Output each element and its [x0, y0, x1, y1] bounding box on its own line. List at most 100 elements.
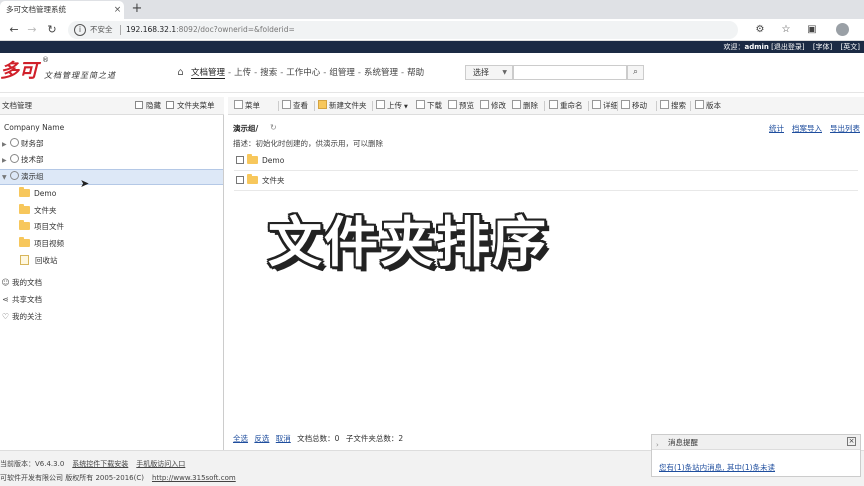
info-icon[interactable]: i	[74, 24, 86, 36]
detail-icon	[592, 100, 601, 109]
toolbar-detail-label: 详细	[603, 101, 618, 110]
nav-help[interactable]: 帮助	[407, 66, 424, 78]
browser-tab-bar: 多可文档管理系统 × +	[0, 0, 864, 19]
browser-tab[interactable]: 多可文档管理系统 ×	[0, 1, 124, 19]
file-name[interactable]: 文件夹	[262, 176, 285, 185]
tab-title: 多可文档管理系统	[6, 5, 66, 14]
toolbar-version-button[interactable]: 版本	[695, 97, 721, 115]
list-item[interactable]: Demo	[234, 151, 858, 171]
tree-group-demo[interactable]: ▼ 演示组	[0, 169, 223, 185]
toolbar-move-button[interactable]: 移动	[621, 97, 647, 115]
forward-icon[interactable]: →	[24, 22, 40, 38]
toolbar-upload-button[interactable]: 上传 ▼	[376, 97, 408, 116]
tree-group-label: 技术部	[21, 155, 44, 164]
address-bar[interactable]: i 不安全 192.168.32.1:8092/doc?ownerid=&fol…	[68, 21, 738, 39]
subfolder-total: 子文件夹总数：2	[345, 434, 404, 443]
menu-icon	[234, 100, 243, 109]
row-checkbox[interactable]	[236, 156, 244, 164]
toolbar-edit-button[interactable]: 修改	[480, 97, 506, 115]
tab-close-icon[interactable]: ×	[112, 4, 123, 16]
tree-group-tech[interactable]: ▶ 技术部	[0, 152, 223, 168]
message-notification: › 消息提醒 × 您有(1)条站内消息, 其中(1)条未读	[651, 434, 861, 477]
toolbar-view-button[interactable]: 查看	[282, 97, 308, 115]
tree-folder-label: Demo	[34, 189, 57, 198]
expand-arrow-icon[interactable]: ▶	[2, 153, 8, 169]
toolbar-new-folder-button[interactable]: 新建文件夹	[318, 97, 367, 115]
list-footer: 全选 反选 取消 文档总数：0 子文件夹总数：2	[233, 433, 403, 444]
tree-group-label: 财务部	[21, 139, 44, 148]
nav-doc-manage[interactable]: 文档管理	[191, 66, 226, 79]
toolbar-detail-button[interactable]: 详细	[592, 97, 618, 115]
url-text[interactable]: 192.168.32.1:8092/doc?ownerid=&folderid=	[126, 21, 295, 39]
toolbar-download-button[interactable]: 下载	[416, 97, 442, 115]
hide-button[interactable]: 隐藏	[135, 97, 161, 115]
username: admin	[744, 43, 769, 51]
toolbar-view-label: 查看	[293, 101, 308, 110]
select-all-link[interactable]: 全选	[233, 434, 248, 443]
security-label[interactable]: 不安全	[90, 21, 113, 39]
home-icon[interactable]: ⌂	[175, 67, 186, 78]
nav-upload[interactable]: 上传	[234, 66, 251, 78]
version-icon	[695, 100, 704, 109]
list-item[interactable]: 文件夹	[234, 171, 858, 191]
expand-arrow-icon[interactable]: ▶	[2, 137, 8, 153]
folder-menu-button[interactable]: 文件夹菜单	[166, 97, 215, 115]
tree-recycle-bin[interactable]: 回收站	[0, 253, 223, 269]
nav-group-manage[interactable]: 组管理	[329, 66, 355, 78]
tree-my-follow[interactable]: ♡ 我的关注	[0, 309, 223, 325]
toolbar-delete-button[interactable]: 删除	[512, 97, 538, 115]
tree-shared-docs[interactable]: ⋖ 共享文档	[0, 292, 223, 308]
row-checkbox[interactable]	[236, 176, 244, 184]
export-list-link[interactable]: 导出列表	[830, 124, 860, 133]
file-name[interactable]: Demo	[262, 156, 284, 165]
hide-label: 隐藏	[146, 101, 161, 110]
mobile-entry-link[interactable]: 手机版访问入口	[136, 460, 185, 468]
archive-import-link[interactable]: 档案导入	[792, 124, 822, 133]
recycle-bin-icon	[20, 255, 29, 265]
tree-folder-label: 项目视频	[34, 239, 64, 248]
invert-select-link[interactable]: 反选	[254, 434, 269, 443]
tree-folder-demo[interactable]: Demo	[0, 186, 223, 202]
new-tab-icon[interactable]: +	[130, 1, 144, 17]
toolbar-search-button[interactable]: 搜索	[660, 97, 686, 115]
toolbar-preview-button[interactable]: 预览	[448, 97, 474, 115]
nav-search[interactable]: 搜索	[260, 66, 277, 78]
profile-avatar-icon[interactable]	[836, 23, 849, 36]
search-type-label: 选择	[473, 68, 489, 77]
cancel-select-link[interactable]: 取消	[276, 434, 291, 443]
favorites-icon[interactable]: ☆	[778, 22, 794, 38]
notification-message-link[interactable]: 您有(1)条站内消息, 其中(1)条未读	[659, 462, 775, 473]
tree-company[interactable]: Company Name	[0, 120, 223, 136]
collapse-arrow-icon[interactable]: ▼	[2, 171, 8, 185]
settings-icon[interactable]: ⚙	[752, 22, 768, 38]
reload-icon[interactable]: ↻	[44, 22, 60, 38]
back-icon[interactable]: ←	[6, 22, 22, 38]
stats-link[interactable]: 统计	[769, 124, 784, 133]
refresh-icon[interactable]: ↻	[270, 123, 277, 132]
logout-link[interactable]: [退出登录]	[771, 43, 804, 51]
search-type-select[interactable]: 选择 ▼	[465, 65, 513, 80]
toolbar-version-label: 版本	[706, 101, 721, 110]
search-icon[interactable]: ⌕	[627, 65, 644, 80]
tree-folder-project-videos[interactable]: 项目视频	[0, 236, 223, 252]
toolbar-rename-button[interactable]: 重命名	[549, 97, 583, 115]
close-icon[interactable]: ×	[847, 437, 856, 446]
main-nav: 文档管理 - 上传 - 搜索 - 工作中心 - 组管理 - 系统管理 - 帮助	[191, 66, 424, 79]
site-link[interactable]: http://www.315soft.com	[152, 474, 236, 482]
control-download-link[interactable]: 系统控件下载安装	[72, 460, 128, 468]
search-input[interactable]	[513, 65, 627, 80]
lang-link[interactable]: [英文]	[841, 43, 860, 51]
tree-folder-project-files[interactable]: 项目文件	[0, 219, 223, 235]
nav-work-center[interactable]: 工作中心	[286, 66, 320, 78]
tree-my-docs[interactable]: ☺ 我的文档	[0, 275, 223, 291]
toolbar-menu-button[interactable]: 菜单	[234, 97, 260, 115]
font-link[interactable]: [字体]	[813, 43, 832, 51]
collections-icon[interactable]: ▣	[804, 22, 820, 38]
logo: 多可	[0, 60, 39, 82]
nav-system-manage[interactable]: 系统管理	[364, 66, 398, 78]
slogan: 文档管理至简之道	[44, 71, 116, 80]
tree-folder-folder[interactable]: 文件夹	[0, 203, 223, 219]
breadcrumb[interactable]: 演示组/	[233, 123, 258, 134]
tree-group-finance[interactable]: ▶ 财务部	[0, 136, 223, 152]
folder-description: 描述：初始化时创建的，供演示用，可以删除	[233, 139, 383, 148]
